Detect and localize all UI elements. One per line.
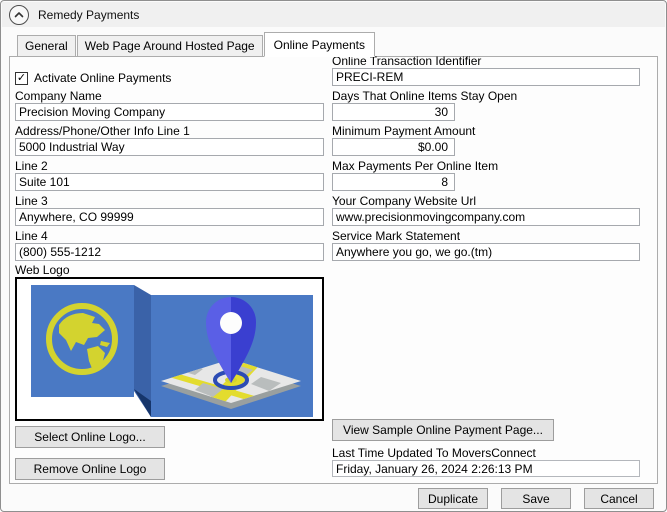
minimum-payment-input[interactable] (332, 138, 455, 156)
address-line4-input[interactable] (15, 243, 324, 261)
remove-online-logo-button[interactable]: Remove Online Logo (15, 458, 165, 480)
max-payments-group: Max Payments Per Online Item (332, 159, 640, 191)
service-mark-group: Service Mark Statement (332, 229, 640, 261)
service-mark-label: Service Mark Statement (332, 229, 461, 243)
cancel-button[interactable]: Cancel (584, 488, 654, 509)
activate-online-payments-label: Activate Online Payments (34, 71, 172, 85)
address-line3-group: Line 3 (15, 194, 324, 226)
transaction-identifier-group: Online Transaction Identifier (332, 54, 640, 86)
max-payments-input[interactable] (332, 173, 455, 191)
select-online-logo-button[interactable]: Select Online Logo... (15, 426, 165, 448)
company-logo-image (15, 277, 324, 421)
view-sample-payment-page-button[interactable]: View Sample Online Payment Page... (332, 419, 554, 441)
service-mark-input[interactable] (332, 243, 640, 261)
tab-web-page-around-hosted-page[interactable]: Web Page Around Hosted Page (76, 35, 263, 57)
collapse-button[interactable] (9, 4, 29, 25)
footer-button-row: Duplicate Save Cancel (418, 488, 654, 509)
website-url-label: Your Company Website Url (332, 194, 477, 208)
remedy-payments-window: Remedy Payments General Web Page Around … (0, 0, 667, 512)
company-name-input[interactable] (15, 103, 324, 121)
left-column: ✓ Activate Online Payments Company Name … (15, 70, 324, 480)
transaction-identifier-label: Online Transaction Identifier (332, 54, 482, 68)
address-line2-label: Line 2 (15, 159, 48, 173)
address-line2-input[interactable] (15, 173, 324, 191)
minimum-payment-group: Minimum Payment Amount (332, 124, 640, 156)
address-line3-input[interactable] (15, 208, 324, 226)
right-bottom-cluster: View Sample Online Payment Page... Last … (332, 419, 640, 477)
tab-general[interactable]: General (17, 35, 76, 57)
activate-online-payments-checkbox[interactable]: ✓ (15, 71, 28, 85)
last-updated-field (332, 460, 640, 477)
chevron-up-icon (14, 11, 24, 17)
right-column: Online Transaction Identifier Days That … (332, 54, 640, 261)
last-updated-label: Last Time Updated To MoversConnect (332, 446, 536, 460)
titlebar: Remedy Payments (2, 2, 665, 27)
address-line2-group: Line 2 (15, 159, 324, 191)
days-open-label: Days That Online Items Stay Open (332, 89, 518, 103)
address-line1-label: Address/Phone/Other Info Line 1 (15, 124, 190, 138)
website-url-input[interactable] (332, 208, 640, 226)
address-line4-label: Line 4 (15, 229, 48, 243)
max-payments-label: Max Payments Per Online Item (332, 159, 499, 173)
window-title: Remedy Payments (38, 7, 140, 22)
address-line1-group: Address/Phone/Other Info Line 1 (15, 124, 324, 156)
days-open-group: Days That Online Items Stay Open (332, 89, 640, 121)
tab-online-payments[interactable]: Online Payments (263, 32, 375, 57)
company-name-group: Company Name (15, 89, 324, 121)
save-button[interactable]: Save (501, 488, 571, 509)
tab-strip: General Web Page Around Hosted Page Onli… (17, 32, 376, 57)
minimum-payment-label: Minimum Payment Amount (332, 124, 476, 138)
web-logo-label: Web Logo (15, 263, 70, 277)
address-line4-group: Line 4 (15, 229, 324, 261)
transaction-identifier-input[interactable] (332, 68, 640, 86)
address-line3-label: Line 3 (15, 194, 48, 208)
company-name-label: Company Name (15, 89, 102, 103)
activate-online-payments-row: ✓ Activate Online Payments (15, 70, 324, 86)
website-url-group: Your Company Website Url (332, 194, 640, 226)
checkmark-icon: ✓ (16, 71, 27, 84)
days-open-input[interactable] (332, 103, 455, 121)
globe-map-pin-logo-icon (31, 285, 313, 417)
duplicate-button[interactable]: Duplicate (418, 488, 488, 509)
address-line1-input[interactable] (15, 138, 324, 156)
